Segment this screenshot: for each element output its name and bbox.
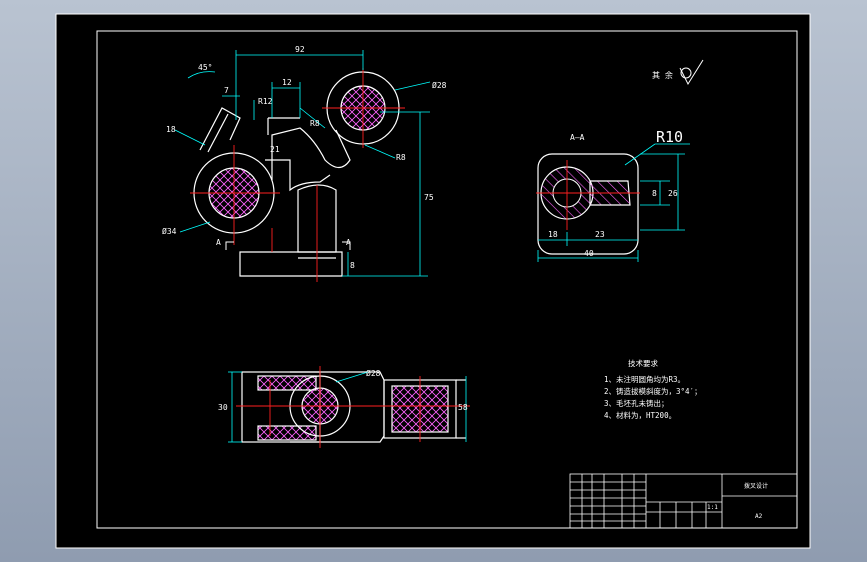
roughness-note: 其 余 xyxy=(652,70,673,80)
part-name: 拨叉设计 xyxy=(744,482,768,490)
note-1: 1、未注明圆角均为R3。 xyxy=(604,374,685,384)
note-3: 3、毛坯孔未铸出； xyxy=(604,398,669,408)
dim-top-width: 92 xyxy=(295,45,305,54)
dim-front-h: 30 xyxy=(218,403,228,412)
dim-side-h1: 8 xyxy=(652,189,657,198)
dim-fillet: R8 xyxy=(396,153,406,162)
dim-side-w2: 23 xyxy=(595,230,605,239)
notes-title: 技术要求 xyxy=(628,358,658,368)
note-2: 2、铸造拔模斜度为，3°4′； xyxy=(604,386,702,396)
dim-base-height: 8 xyxy=(350,261,355,270)
dim-inner-width: R12 xyxy=(258,97,273,106)
dim-left-offset: 18 xyxy=(166,125,176,134)
dim-side-w1: 18 xyxy=(548,230,558,239)
radius-label: R10 xyxy=(656,128,683,146)
dim-side-h2: 26 xyxy=(668,189,678,198)
dim-side-total: 40 xyxy=(584,249,594,258)
dim-front-right-h: 58 xyxy=(458,403,468,412)
scale-value: 1:1 xyxy=(707,504,718,511)
drawing-sheet xyxy=(55,13,811,549)
section-title: A—A xyxy=(570,133,585,142)
sheet-size: A2 xyxy=(755,513,763,520)
dim-overall-height: 75 xyxy=(424,193,434,202)
dim-slot: 12 xyxy=(282,78,292,87)
dim-arm: R8 xyxy=(310,119,320,128)
dim-small: 7 xyxy=(224,86,229,95)
dim-angle: 45° xyxy=(198,63,212,72)
drawing-viewport[interactable]: 92 12 7 45° 18 R12 21 Ø28 Ø34 R8 R8 75 8… xyxy=(0,0,867,562)
dim-mid-depth: 21 xyxy=(270,145,280,154)
dim-front-bore: Ø28 xyxy=(366,368,381,378)
section-mark-left: A xyxy=(216,238,221,247)
note-4: 4、材料为，HT200。 xyxy=(604,410,676,420)
dim-bore-top: Ø28 xyxy=(432,80,447,90)
dim-bore-left: Ø34 xyxy=(162,226,177,236)
